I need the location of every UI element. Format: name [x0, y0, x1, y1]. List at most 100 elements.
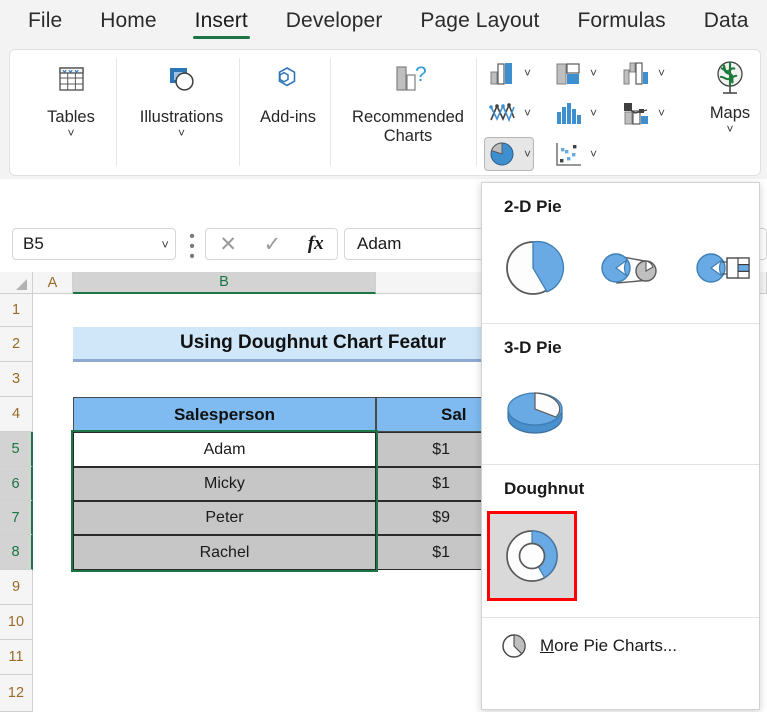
more-pie-charts-label: More Pie Charts...	[540, 636, 677, 656]
pie-3d-option[interactable]	[496, 370, 574, 448]
chevron-down-icon[interactable]: ˅	[590, 106, 597, 120]
tab-file[interactable]: File	[26, 5, 64, 41]
combo-chart-button[interactable]: ˅	[618, 96, 668, 130]
pie-chart-button[interactable]: ˅	[484, 137, 535, 171]
tab-insert[interactable]: Insert	[192, 5, 250, 41]
excel-window: File Home Insert Developer Page Layout F…	[0, 0, 767, 712]
more-pie-charts-mnemonic: M	[540, 636, 555, 655]
formula-bar-options-icon[interactable]: • • •	[189, 229, 195, 265]
row-header-6[interactable]: 6	[0, 467, 33, 501]
row-header-1-label: 1	[11, 302, 21, 318]
row-header-5[interactable]: 5	[0, 432, 33, 467]
row-header-11[interactable]: 11	[0, 640, 33, 675]
row-header-7[interactable]: 7	[0, 501, 33, 535]
row-header-12[interactable]: 12	[0, 675, 33, 712]
fx-icon[interactable]: fx	[308, 233, 324, 255]
cell-b7[interactable]: Peter	[73, 501, 376, 535]
cell-b8[interactable]: Rachel	[73, 535, 376, 570]
cell-b4-header[interactable]: Salesperson	[73, 397, 376, 432]
svg-text:?: ?	[415, 63, 427, 86]
row-header-1[interactable]: 1	[0, 294, 33, 327]
group-illustrations-label: Illustrations	[139, 108, 224, 126]
chevron-down-icon[interactable]: ˅	[178, 127, 185, 140]
chevron-down-icon[interactable]: ˅	[67, 127, 74, 140]
tab-home-label: Home	[100, 9, 157, 32]
hierarchy-chart-button[interactable]: ˅	[550, 56, 600, 90]
group-divider	[476, 58, 477, 166]
select-all-corner[interactable]	[0, 272, 33, 294]
chevron-down-icon[interactable]: ˅	[524, 147, 531, 161]
cell-b5[interactable]: Adam	[73, 432, 376, 467]
gallery-section-2d-pie-title: 2-D Pie	[504, 197, 562, 216]
chart-buttons-cluster: ˅ ˅ ˅ ˅ ˅ ˅ ˅ ˅	[482, 56, 697, 172]
chevron-down-icon[interactable]: ˅	[161, 237, 169, 252]
line-chart-button[interactable]: ˅	[484, 96, 534, 130]
cell-b5-text: Adam	[203, 440, 246, 458]
tab-data[interactable]: Data	[702, 5, 751, 41]
row-header-9[interactable]: 9	[0, 570, 33, 605]
column-header-b-label: B	[219, 274, 229, 290]
chevron-down-icon[interactable]: ˅	[698, 123, 760, 136]
group-tables-label: Tables	[47, 108, 95, 126]
name-box[interactable]: B5 ˅	[12, 228, 176, 260]
row-header-2-label: 2	[11, 336, 21, 352]
pie-of-pie-option[interactable]	[590, 229, 664, 307]
more-pie-charts-menuitem[interactable]: More Pie Charts...	[482, 618, 759, 660]
column-header-b[interactable]: B	[73, 272, 376, 294]
enter-check-icon[interactable]: ✓	[264, 232, 282, 257]
cancel-x-icon[interactable]: ✕	[219, 232, 237, 257]
column-chart-button[interactable]: ˅	[484, 56, 534, 90]
waterfall-chart-icon	[621, 58, 655, 88]
group-recommended-charts[interactable]: ? Recommended Charts	[336, 50, 480, 175]
gallery-section-2d-pie: 2-D Pie	[482, 183, 759, 323]
row-header-12-label: 12	[7, 685, 25, 701]
doughnut-icon	[499, 523, 565, 589]
cell-b7-text: Peter	[205, 509, 244, 526]
tab-file-label: File	[28, 9, 63, 32]
group-maps[interactable]: Maps ˅	[698, 58, 760, 136]
pie-icon	[501, 236, 565, 300]
row-header-8[interactable]: 8	[0, 535, 33, 570]
row-header-10[interactable]: 10	[0, 605, 33, 640]
bar-of-pie-option[interactable]	[685, 229, 759, 307]
tab-developer[interactable]: Developer	[284, 5, 385, 41]
row-header-7-label: 7	[11, 509, 20, 526]
tab-home[interactable]: Home	[98, 5, 158, 41]
chevron-down-icon[interactable]: ˅	[524, 66, 531, 80]
chevron-down-icon[interactable]: ˅	[524, 106, 531, 120]
row-header-3[interactable]: 3	[0, 362, 33, 397]
ribbon-card: Tables ˅ Illustrations ˅ Add-ins ? Recom…	[9, 49, 761, 176]
cell-c6-text: $1	[432, 475, 450, 492]
row-header-5-label: 5	[11, 441, 20, 457]
doughnut-option[interactable]	[487, 511, 577, 601]
row-header-4-label: 4	[11, 406, 21, 422]
pie-of-pie-icon	[594, 236, 660, 300]
table-icon	[48, 62, 94, 102]
statistic-chart-button[interactable]: ˅	[550, 96, 600, 130]
line-chart-icon	[487, 98, 521, 128]
tab-page-layout[interactable]: Page Layout	[418, 5, 541, 41]
row-header-4[interactable]: 4	[0, 397, 33, 432]
row-header-10-label: 10	[7, 614, 25, 630]
scatter-chart-button[interactable]: ˅	[550, 137, 600, 171]
chevron-down-icon[interactable]: ˅	[590, 147, 597, 161]
chevron-down-icon[interactable]: ˅	[590, 66, 597, 80]
tab-formulas[interactable]: Formulas	[575, 5, 667, 41]
group-illustrations[interactable]: Illustrations ˅	[122, 50, 241, 175]
group-addins[interactable]: Add-ins	[244, 50, 332, 175]
row-header-9-label: 9	[11, 579, 21, 595]
tab-formulas-label: Formulas	[577, 9, 666, 32]
waterfall-chart-button[interactable]: ˅	[618, 56, 668, 90]
cell-c5-text: $1	[432, 440, 450, 458]
group-tables[interactable]: Tables ˅	[23, 50, 119, 175]
cell-c4-text: Sal	[441, 404, 467, 424]
row-header-2[interactable]: 2	[0, 327, 33, 362]
tab-data-label: Data	[703, 9, 749, 32]
formula-input-value: Adam	[357, 234, 402, 253]
chevron-down-icon[interactable]: ˅	[658, 106, 665, 120]
column-header-a[interactable]: A	[33, 272, 73, 294]
cell-b6[interactable]: Micky	[73, 467, 376, 501]
chevron-down-icon[interactable]: ˅	[658, 66, 665, 80]
scatter-chart-icon	[553, 139, 587, 169]
pie-option[interactable]	[496, 229, 570, 307]
